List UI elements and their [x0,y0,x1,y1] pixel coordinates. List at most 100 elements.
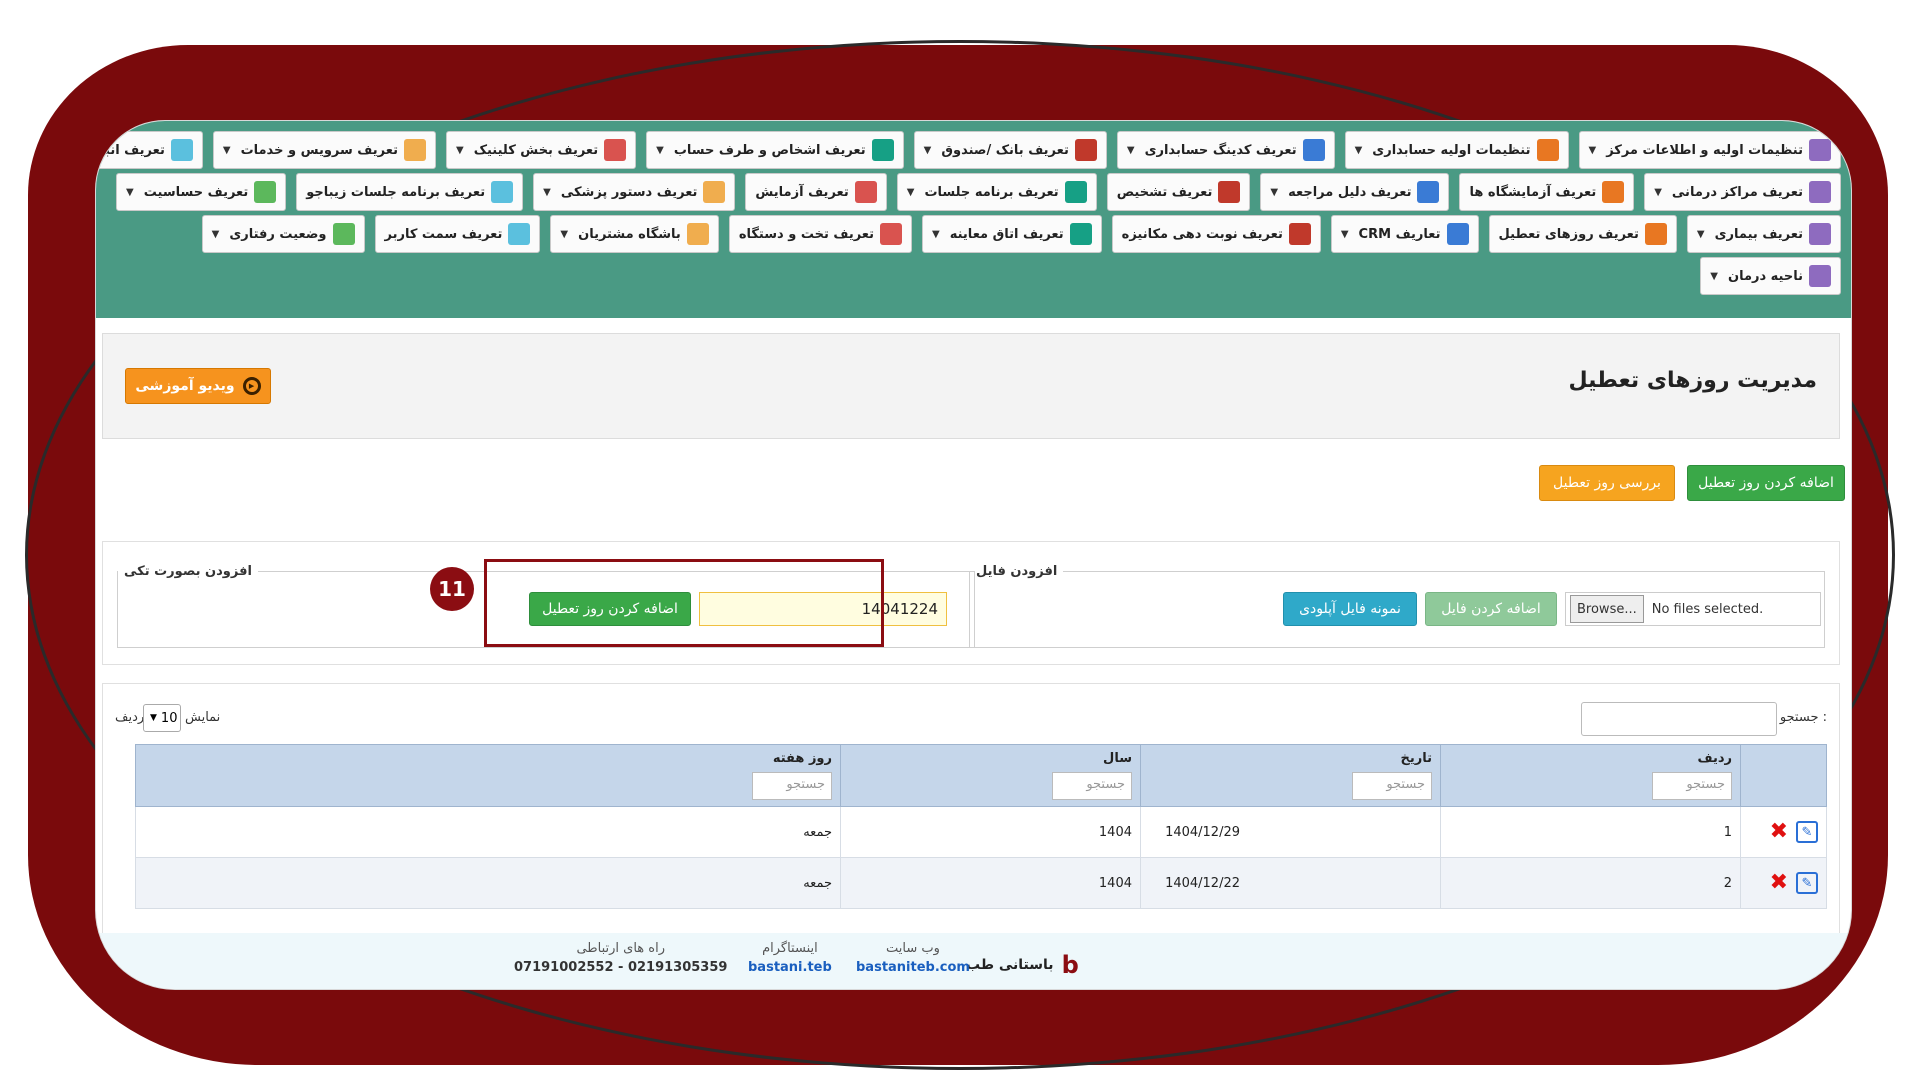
menu-item-icon [1536,139,1559,161]
menu-item-label: تعریف دستور پزشکی [560,184,698,200]
cell-year: 1404 [840,857,1141,909]
weekday-search-input[interactable]: جستجو [752,772,832,800]
menu-item-row3-4[interactable]: تعریف اتاق معاینه ▼ [922,215,1102,253]
instagram-label: اینستاگرام [762,941,818,956]
menu-item-row2-2[interactable]: تعریف دلیل مراجعه ▼ [1260,173,1450,211]
menu-row-3: تعریف بیماری ▼ تعریف روزهای تعطیل تعاریف CR… [201,215,1841,253]
holiday-table: ردیف جستجو تاریخ جستجو سال جستجو روز هفت… [135,744,1827,909]
chevron-down-icon: ▼ [1354,144,1363,156]
menu-item-label: تعریف برنامه جلسات [924,184,1059,200]
menu-item-row1-3[interactable]: تعریف بانک /صندوق ▼ [913,131,1107,169]
edit-icon[interactable]: ✎ [1796,872,1818,894]
menu-item-row3-8[interactable]: وضعیت رفتاری ▼ [201,215,365,253]
chevron-down-icon: ▼ [1654,186,1662,198]
year-search-input[interactable]: جستجو [1052,772,1132,800]
menu-item-label: تعریف روزهای تعطیل [1498,226,1639,242]
review-holiday-button[interactable]: بررسی روز تعطیل [1539,465,1675,501]
menu-item-label: تعریف تشخیص [1116,184,1213,200]
footer: باستانی طب b وب سایت bastaniteb.com اینس… [96,933,1851,989]
website-label: وب سایت [886,941,940,956]
menu-item-row1-0[interactable]: تنظیمات اولیه و اطلاعات مرکز ▼ [1578,131,1841,169]
menu-item-row2-5[interactable]: تعریف آزمایش [745,173,887,211]
menu-item-row1-2[interactable]: تعریف کدینگ حسابداری ▼ [1116,131,1335,169]
menu-item-row3-7[interactable]: تعریف سمت کاربر [374,215,541,253]
menu-item-label: تعریف نوبت دهی مکانیزه [1121,226,1283,242]
menu-row-2: تعریف مراکز درمانی ▼ تعریف آزمایشگاه ها تعر… [116,173,1841,211]
menu-item-row1-1[interactable]: تنظیمات اولیه حسابداری ▼ [1344,131,1569,169]
menu-item-row1-7[interactable]: تعریف انبار و کالا▼ [95,131,203,169]
menu-item-row2-7[interactable]: تعریف برنامه جلسات زیباجو [296,173,524,211]
menu-item-label: تعریف بانک /صندوق [941,142,1069,158]
brand-logo-icon: b [1061,951,1079,979]
add-form-panel: افزودن فایل Browse... No files selected.… [102,541,1840,665]
menu-item-icon [1602,181,1625,203]
delete-icon[interactable]: ✖ [1770,872,1788,894]
highlight-frame [484,559,884,647]
chevron-down-icon: ▼ [1588,144,1597,156]
show-label: نمایش [185,710,221,725]
chevron-down-icon: ▼ [560,228,569,240]
menu-item-row3-2[interactable]: تعاریف CRM ▼ [1330,215,1479,253]
delete-icon[interactable]: ✖ [1770,821,1788,843]
menu-item-label: تعریف سمت کاربر [384,226,503,242]
menu-item-icon [1069,223,1092,245]
menu-item-icon [491,181,514,203]
menu-item-row2-1[interactable]: تعریف آزمایشگاه ها [1459,173,1635,211]
instagram-link[interactable]: bastani.teb [748,960,832,975]
menu-item-icon [1417,181,1440,203]
menu-item-icon [880,223,903,245]
index-search-input[interactable]: جستجو [1652,772,1732,800]
menu-item-row3-6[interactable]: باشگاه مشتریان ▼ [550,215,719,253]
website-link[interactable]: bastaniteb.com [856,960,970,975]
add-holiday-button[interactable]: اضافه کردن روز تعطیل [1687,465,1845,501]
table-row: ✎ ✖ 1 1404/12/29 1404 جمعه [135,806,1827,858]
contact-label: راه های ارتباطی [576,941,665,956]
chevron-down-icon: ▼ [1126,144,1135,156]
browse-button[interactable]: Browse... [1570,595,1644,623]
brand-name: باستانی طب [966,957,1054,973]
menu-item-row3-5[interactable]: تعریف تخت و دستگاه [728,215,913,253]
chevron-down-icon: ▼ [455,144,464,156]
contact-phones: 07191002552 - 02191305359 [514,960,728,975]
menu-item-row2-0[interactable]: تعریف مراکز درمانی ▼ [1644,173,1841,211]
add-file-button[interactable]: اضافه کردن فایل [1425,592,1557,626]
menu-item-row1-4[interactable]: تعریف اشخاص و طرف حساب ▼ [646,131,904,169]
row-actions: ✎ ✖ [1740,857,1827,909]
chevron-down-icon: ▼ [906,186,915,198]
menu-item-row2-6[interactable]: تعریف دستور پزشکی ▼ [533,173,736,211]
table-search-input[interactable] [1581,702,1777,736]
file-input[interactable]: Browse... No files selected. [1565,592,1821,626]
main-menu: تنظیمات اولیه و اطلاعات مرکز ▼ تنظیمات اول… [96,121,1851,318]
menu-item-row3-1[interactable]: تعریف روزهای تعطیل [1488,215,1677,253]
menu-item-row3-0[interactable]: تعریف بیماری ▼ [1686,215,1841,253]
sample-file-button[interactable]: نمونه فایل آپلودی [1283,592,1417,626]
menu-item-row2-4[interactable]: تعریف برنامه جلسات ▼ [896,173,1097,211]
edit-icon[interactable]: ✎ [1796,821,1818,843]
menu-row-4: ناحیه درمان ▼ [1700,257,1841,295]
menu-item-row1-6[interactable]: تعریف سرویس و خدمات ▼ [212,131,436,169]
cell-date: 1404/12/22 [1140,857,1441,909]
table-row: ✎ ✖ 2 1404/12/22 1404 جمعه [135,857,1827,909]
chevron-down-icon: ▼ [222,144,231,156]
menu-item-icon [871,139,894,161]
menu-item-icon [254,181,277,203]
header-index: ردیف جستجو [1440,744,1741,807]
menu-item-label: تعریف سرویس و خدمات [240,142,398,158]
menu-item-label: تعریف انبار و کالا [95,142,165,158]
menu-item-row1-5[interactable]: تعریف بخش کلینیک ▼ [445,131,637,169]
menu-item-label: تعریف کدینگ حسابداری [1144,142,1297,158]
chevron-down-icon: ▼ [126,186,134,198]
header-index-label: ردیف [1697,751,1732,766]
menu-item-label: تعریف آزمایشگاه ها [1469,184,1597,200]
menu-item-row3-3[interactable]: تعریف نوبت دهی مکانیزه [1111,215,1321,253]
file-upload-legend: افزودن فایل [976,564,1058,579]
page-size-select[interactable]: ▼ 10 [143,704,181,732]
row-actions: ✎ ✖ [1740,806,1827,858]
video-tutorial-button[interactable]: ویدیو آموزشی ▶ [125,368,271,404]
header-date-label: تاریخ [1400,751,1433,766]
header-year-label: سال [1103,751,1132,766]
menu-item-row2-3[interactable]: تعریف تشخیص [1106,173,1251,211]
menu-item-row4-0[interactable]: ناحیه درمان ▼ [1700,257,1841,295]
menu-item-row2-8[interactable]: تعریف حساسیت ▼ [116,173,287,211]
date-search-input[interactable]: جستجو [1352,772,1432,800]
